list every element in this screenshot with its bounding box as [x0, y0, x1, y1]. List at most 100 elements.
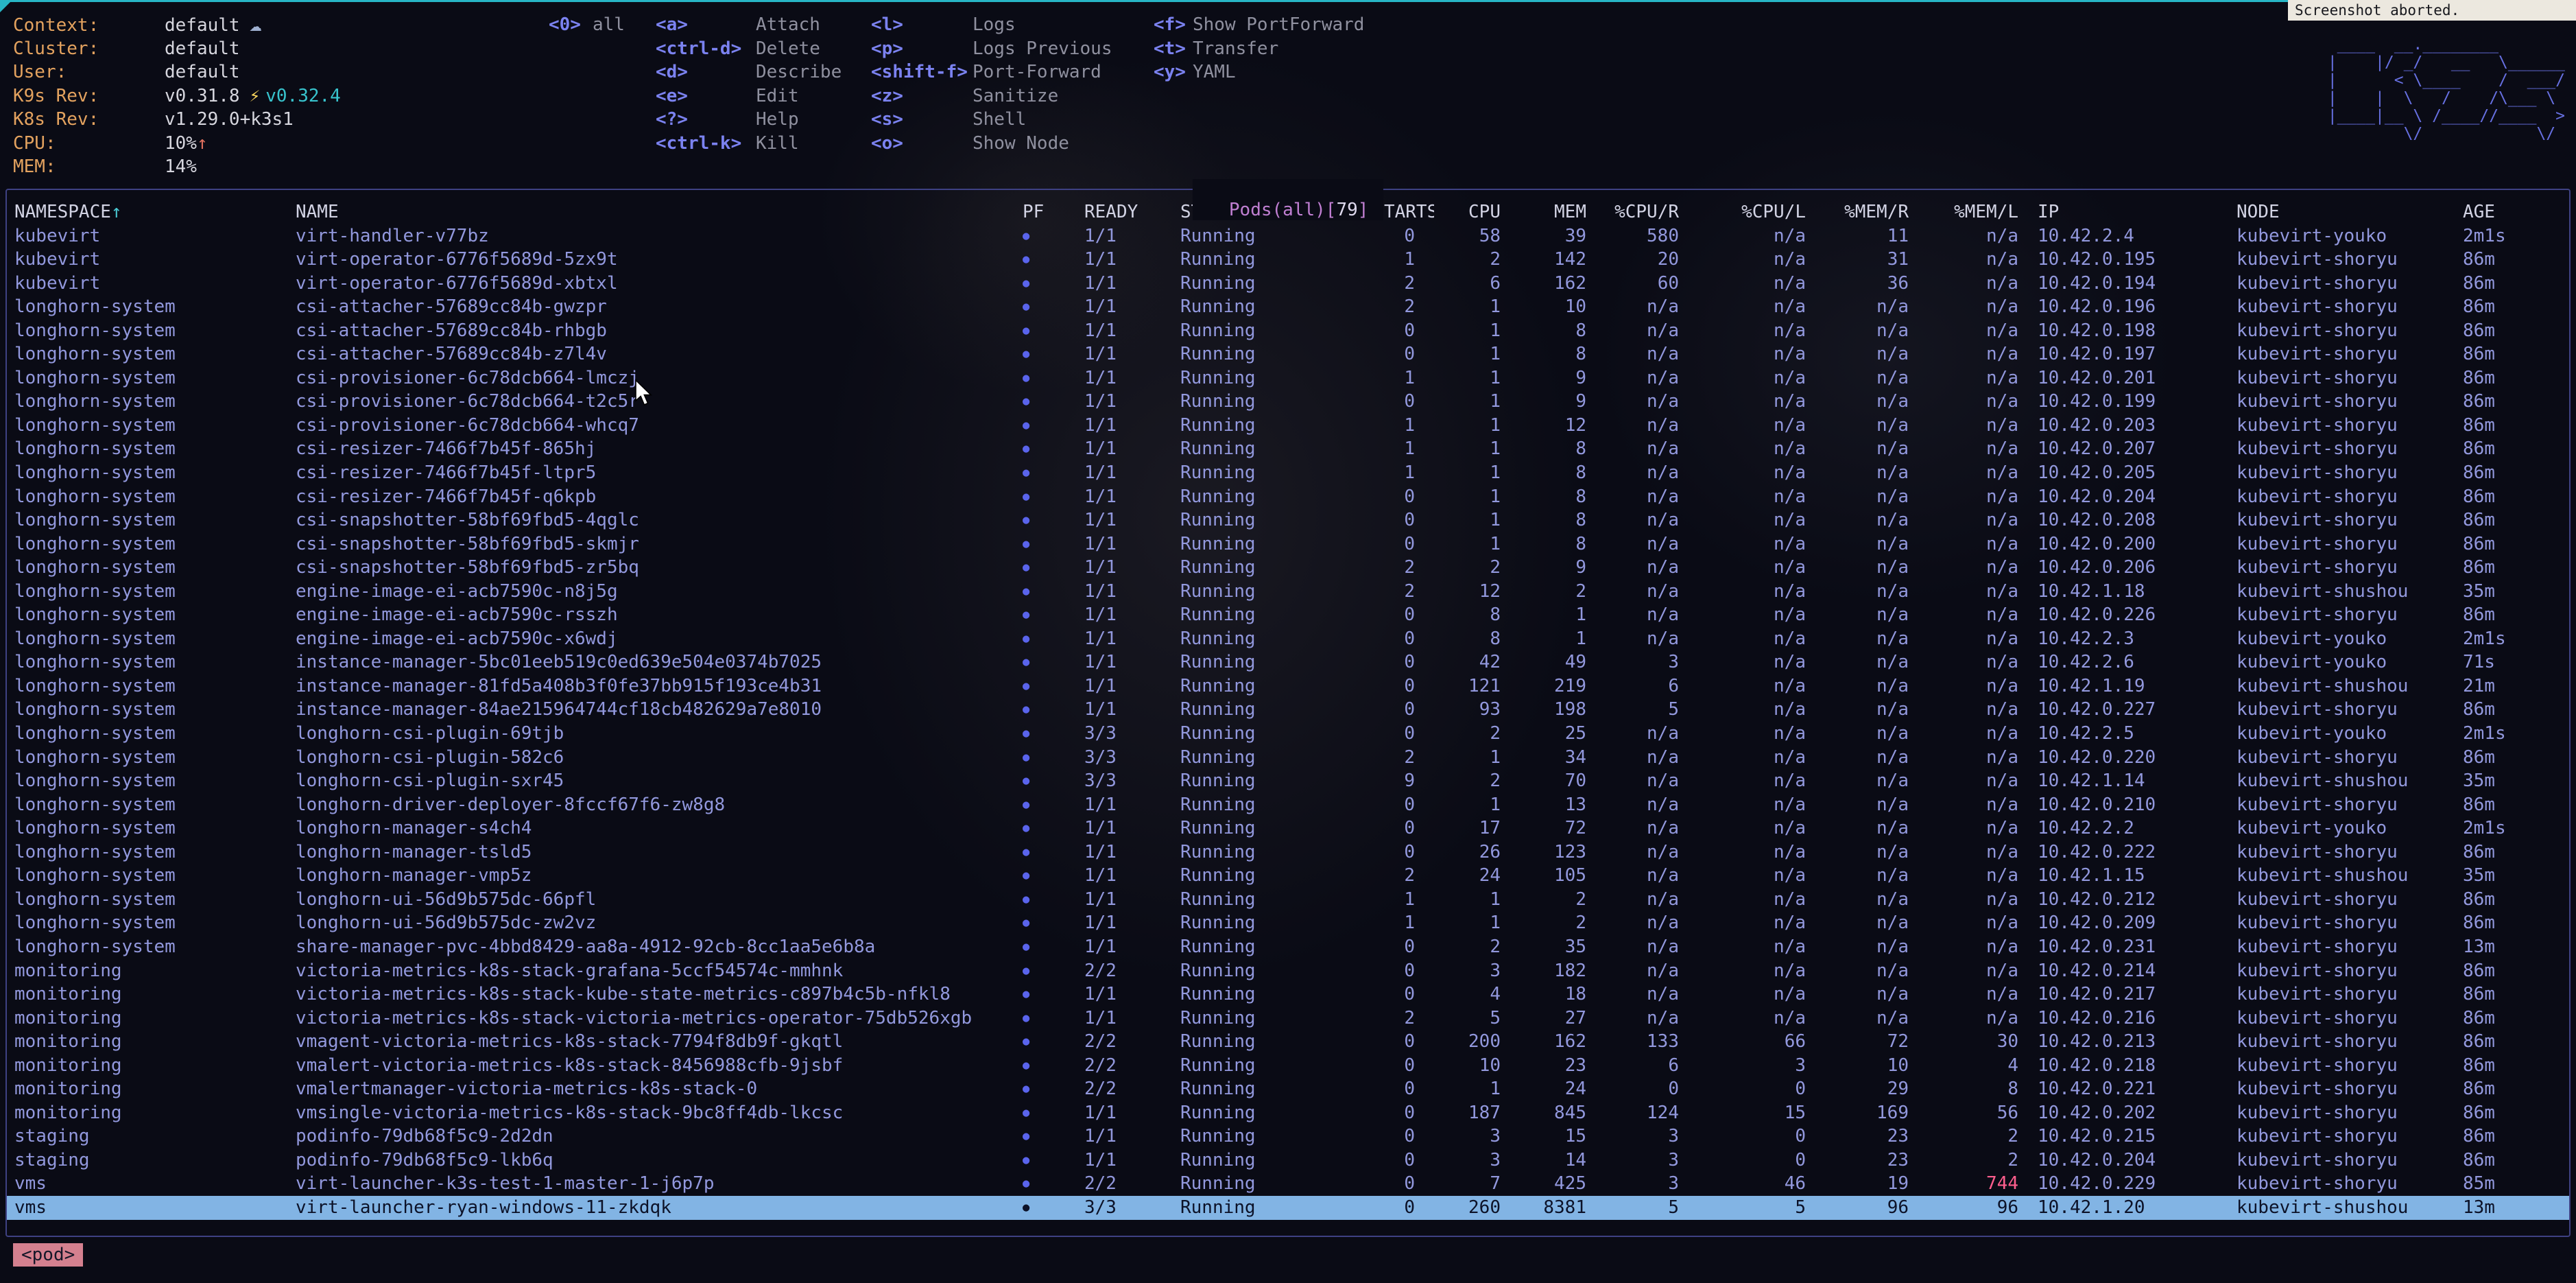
- column-header[interactable]: %CPU/L: [1698, 200, 1825, 224]
- cell-cpu-l: n/a: [1698, 674, 1825, 698]
- table-row[interactable]: longhorn-system csi-snapshotter-58bf69fb…: [7, 508, 2569, 532]
- table-row[interactable]: longhorn-system engine-image-ei-acb7590c…: [7, 627, 2569, 651]
- port-forward-dot-icon: ●: [1023, 556, 1084, 580]
- hotkey-label: Shell: [973, 109, 1026, 130]
- port-forward-dot-icon: ●: [1023, 911, 1084, 935]
- table-row[interactable]: longhorn-system longhorn-manager-tsld5 ●…: [7, 840, 2569, 864]
- table-row[interactable]: longhorn-system engine-image-ei-acb7590c…: [7, 580, 2569, 604]
- cell-cpu: 7: [1434, 1172, 1520, 1196]
- table-row[interactable]: longhorn-system csi-resizer-7466f7b45f-l…: [7, 461, 2569, 485]
- table-row[interactable]: kubevirt virt-handler-v77bz ● 1/1 Runnin…: [7, 224, 2569, 248]
- cell-ip: 10.42.0.231: [2038, 935, 2237, 959]
- table-row[interactable]: longhorn-system csi-provisioner-6c78dcb6…: [7, 390, 2569, 414]
- cell-ip: 10.42.1.20: [2038, 1196, 2237, 1220]
- cell-mem: 49: [1520, 650, 1606, 674]
- table-row[interactable]: longhorn-system instance-manager-5bc01ee…: [7, 650, 2569, 674]
- table-row[interactable]: monitoring vmagent-victoria-metrics-k8s-…: [7, 1030, 2569, 1054]
- table-row[interactable]: longhorn-system instance-manager-81fd5a4…: [7, 674, 2569, 698]
- cell-node: kubevirt-shoryu: [2237, 1054, 2463, 1078]
- cell-ip: 10.42.0.229: [2038, 1172, 2237, 1196]
- column-header[interactable]: NODE: [2237, 200, 2463, 224]
- table-row[interactable]: longhorn-system longhorn-csi-plugin-582c…: [7, 746, 2569, 770]
- k9s-rev-value: v0.31.8: [165, 86, 240, 106]
- table-row[interactable]: vms virt-launcher-k3s-test-1-master-1-j6…: [7, 1172, 2569, 1196]
- table-row[interactable]: monitoring victoria-metrics-k8s-stack-ku…: [7, 982, 2569, 1007]
- table-row[interactable]: longhorn-system csi-resizer-7466f7b45f-q…: [7, 485, 2569, 509]
- table-row[interactable]: longhorn-system csi-snapshotter-58bf69fb…: [7, 532, 2569, 556]
- table-row[interactable]: staging podinfo-79db68f5c9-2d2dn ● 1/1 R…: [7, 1125, 2569, 1149]
- cell-mem: 2: [1520, 888, 1606, 912]
- column-header[interactable]: NAME: [296, 200, 1023, 224]
- cell-ready: 1/1: [1084, 508, 1180, 532]
- column-header[interactable]: PF: [1023, 200, 1084, 224]
- table-row[interactable]: longhorn-system csi-snapshotter-58bf69fb…: [7, 556, 2569, 580]
- table-row[interactable]: longhorn-system longhorn-ui-56d9b575dc-z…: [7, 911, 2569, 935]
- cell-cpu-l: n/a: [1698, 390, 1825, 414]
- table-row[interactable]: vms virt-launcher-ryan-windows-11-zkdqk …: [7, 1196, 2569, 1220]
- table-row[interactable]: longhorn-system longhorn-manager-s4ch4 ●…: [7, 816, 2569, 840]
- cell-cpu-l: n/a: [1698, 532, 1825, 556]
- table-row[interactable]: longhorn-system csi-attacher-57689cc84b-…: [7, 319, 2569, 343]
- table-row[interactable]: longhorn-system csi-attacher-57689cc84b-…: [7, 342, 2569, 366]
- cell-cpu: 1: [1434, 746, 1520, 770]
- hotkey-column-3: <f>Show PortForward<t>Transfer<y>YAML: [1154, 13, 1364, 84]
- cell-mem: 10: [1520, 295, 1606, 319]
- cell-cpu-r: n/a: [1606, 793, 1698, 817]
- cell-cpu-l: n/a: [1698, 722, 1825, 746]
- cell-ready: 1/1: [1084, 1101, 1180, 1125]
- table-row[interactable]: monitoring victoria-metrics-k8s-stack-vi…: [7, 1007, 2569, 1031]
- cell-name: vmalertmanager-victoria-metrics-k8s-stac…: [296, 1077, 1023, 1101]
- table-row[interactable]: longhorn-system csi-attacher-57689cc84b-…: [7, 295, 2569, 319]
- table-row[interactable]: kubevirt virt-operator-6776f5689d-5zx9t …: [7, 248, 2569, 272]
- column-header[interactable]: %CPU/R: [1606, 200, 1698, 224]
- table-row[interactable]: monitoring vmsingle-victoria-metrics-k8s…: [7, 1101, 2569, 1125]
- cell-namespace: longhorn-system: [14, 437, 296, 461]
- cell-age: 13m: [2463, 1196, 2552, 1220]
- cell-ip: 10.42.0.204: [2038, 1149, 2237, 1173]
- table-row[interactable]: longhorn-system longhorn-ui-56d9b575dc-6…: [7, 888, 2569, 912]
- hotkey-label: Kill: [756, 133, 799, 154]
- cell-mem-l: n/a: [1928, 508, 2038, 532]
- column-header[interactable]: %MEM/R: [1825, 200, 1928, 224]
- table-row[interactable]: longhorn-system csi-resizer-7466f7b45f-8…: [7, 437, 2569, 461]
- column-header[interactable]: NAMESPACE↑: [14, 200, 296, 224]
- table-row[interactable]: longhorn-system csi-provisioner-6c78dcb6…: [7, 414, 2569, 438]
- column-header[interactable]: AGE: [2463, 200, 2552, 224]
- table-row[interactable]: longhorn-system share-manager-pvc-4bbd84…: [7, 935, 2569, 959]
- table-row[interactable]: kubevirt virt-operator-6776f5689d-xbtxl …: [7, 272, 2569, 296]
- cell-mem-l: n/a: [1928, 650, 2038, 674]
- k9s-upgrade-version: v0.32.4: [265, 86, 341, 106]
- cell-name: podinfo-79db68f5c9-lkb6q: [296, 1149, 1023, 1173]
- column-header-label: READY: [1084, 202, 1138, 222]
- table-row[interactable]: longhorn-system longhorn-csi-plugin-sxr4…: [7, 769, 2569, 793]
- breadcrumb-pod[interactable]: <pod>: [13, 1243, 83, 1267]
- table-row[interactable]: monitoring victoria-metrics-k8s-stack-gr…: [7, 959, 2569, 983]
- table-row[interactable]: staging podinfo-79db68f5c9-lkb6q ● 1/1 R…: [7, 1149, 2569, 1173]
- column-header[interactable]: IP: [2038, 200, 2237, 224]
- info-k8s-rev: K8s Rev:v1.29.0+k3s1: [13, 108, 341, 132]
- table-row[interactable]: longhorn-system longhorn-manager-vmp5z ●…: [7, 864, 2569, 888]
- cell-mem: 15: [1520, 1125, 1606, 1149]
- cell-cpu-r: n/a: [1606, 414, 1698, 438]
- table-row[interactable]: longhorn-system instance-manager-84ae215…: [7, 698, 2569, 722]
- column-header[interactable]: READY: [1084, 200, 1180, 224]
- cell-ip: 10.42.0.213: [2038, 1030, 2237, 1054]
- table-row[interactable]: longhorn-system engine-image-ei-acb7590c…: [7, 603, 2569, 627]
- cell-name: vmagent-victoria-metrics-k8s-stack-7794f…: [296, 1030, 1023, 1054]
- cell-name: vmalert-victoria-metrics-k8s-stack-84569…: [296, 1054, 1023, 1078]
- column-header[interactable]: %MEM/L: [1928, 200, 2038, 224]
- table-row[interactable]: monitoring vmalertmanager-victoria-metri…: [7, 1077, 2569, 1101]
- cell-mem: 2: [1520, 580, 1606, 604]
- table-row[interactable]: longhorn-system csi-provisioner-6c78dcb6…: [7, 366, 2569, 390]
- cell-mem-l: n/a: [1928, 840, 2038, 864]
- table-row[interactable]: longhorn-system longhorn-driver-deployer…: [7, 793, 2569, 817]
- hotkey-item: <p>Logs Previous: [871, 37, 1112, 61]
- table-row[interactable]: longhorn-system longhorn-csi-plugin-69tj…: [7, 722, 2569, 746]
- cell-restarts: 0: [1352, 698, 1434, 722]
- cell-restarts: 0: [1352, 1125, 1434, 1149]
- cell-mem-l: 744: [1928, 1172, 2038, 1196]
- table-row[interactable]: monitoring vmalert-victoria-metrics-k8s-…: [7, 1054, 2569, 1078]
- port-forward-dot-icon: ●: [1023, 485, 1084, 509]
- column-header[interactable]: CPU: [1434, 200, 1520, 224]
- column-header[interactable]: MEM: [1520, 200, 1606, 224]
